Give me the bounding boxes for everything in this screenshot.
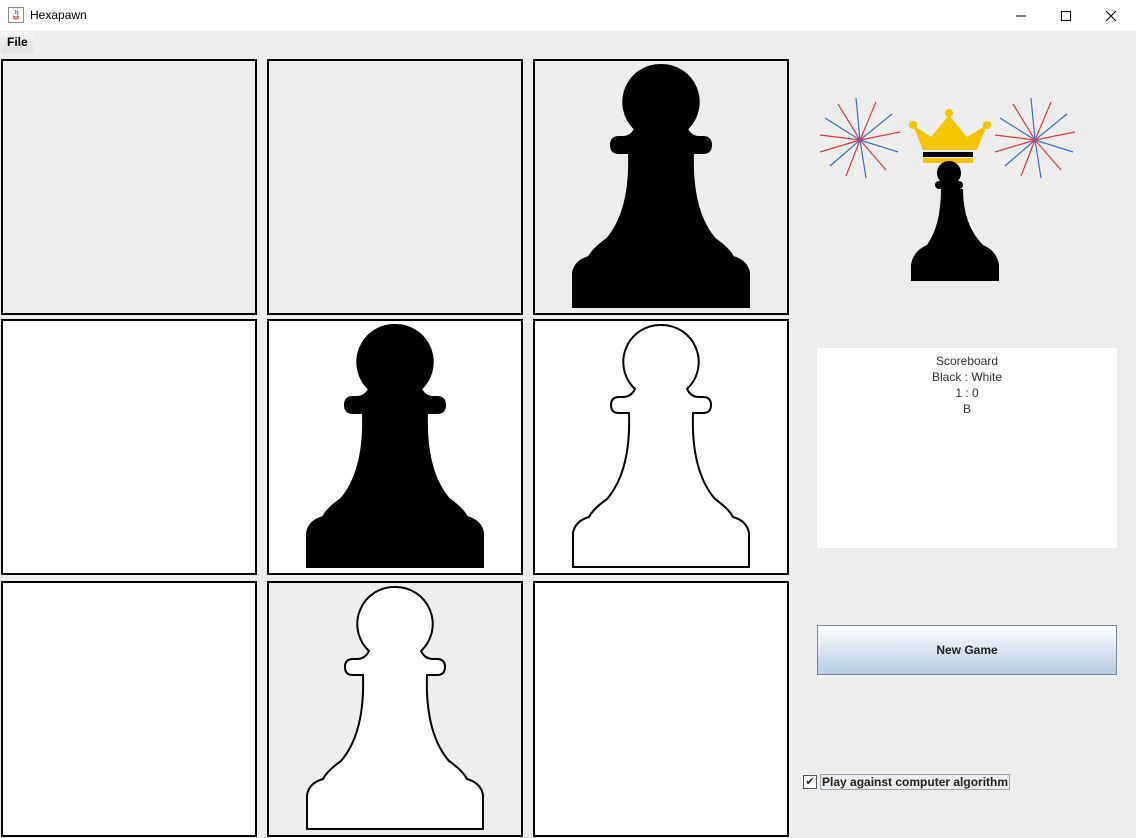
menu-file[interactable]: File — [1, 32, 34, 53]
black-pawn-icon — [306, 323, 484, 568]
black-pawn-icon — [911, 161, 999, 281]
scoreboard-winner: B — [962, 402, 971, 416]
board-cell-r2-c2[interactable] — [267, 319, 523, 575]
crown-icon — [909, 109, 991, 163]
computer-option-checkbox[interactable]: ✔ — [803, 774, 817, 789]
black-pawn-icon — [572, 63, 750, 308]
board-cell-r3-c3[interactable] — [533, 581, 789, 837]
board-cell-r1-c1[interactable] — [1, 59, 257, 315]
board-cell-r1-c2[interactable] — [267, 59, 523, 315]
close-button[interactable] — [1088, 0, 1134, 31]
scoreboard-panel: Scoreboard Black : White 1 : 0 B — [817, 348, 1117, 548]
board-cell-r2-c3[interactable] — [533, 319, 789, 575]
board-cell-r2-c1[interactable] — [1, 319, 257, 575]
white-pawn-icon — [572, 323, 750, 568]
maximize-icon — [1061, 10, 1071, 21]
window-title: Hexapawn — [30, 8, 87, 22]
title-bar: Hexapawn — [0, 0, 1136, 31]
board-cell-r1-c3[interactable] — [533, 59, 789, 315]
java-app-icon — [8, 7, 24, 23]
board-cell-r3-c1[interactable] — [1, 581, 257, 837]
menu-bar: File — [0, 31, 1136, 53]
maximize-button[interactable] — [1043, 0, 1089, 31]
scoreboard-header: Black : White — [931, 370, 1003, 384]
scoreboard-score: 1 : 0 — [955, 386, 979, 400]
app-window: Hexapawn File Scoreboard Black: White 1… — [0, 0, 1136, 838]
new-game-button[interactable]: New Game — [817, 625, 1117, 675]
minimize-button[interactable] — [998, 0, 1044, 31]
firework-left-icon — [819, 97, 901, 179]
computer-option-label[interactable]: Play against computer algorithm — [820, 773, 1011, 790]
scoreboard-title: Scoreboard — [935, 354, 999, 368]
close-icon — [1105, 10, 1117, 21]
computer-option-row[interactable]: ✔ Play against computer algorithm — [803, 773, 1011, 790]
minimize-icon — [1016, 15, 1026, 16]
crowned-black-pawn-with-fireworks-icon — [819, 97, 1076, 281]
white-pawn-icon — [306, 585, 484, 830]
firework-right-icon — [994, 97, 1076, 179]
board-cell-r3-c2[interactable] — [267, 581, 523, 837]
